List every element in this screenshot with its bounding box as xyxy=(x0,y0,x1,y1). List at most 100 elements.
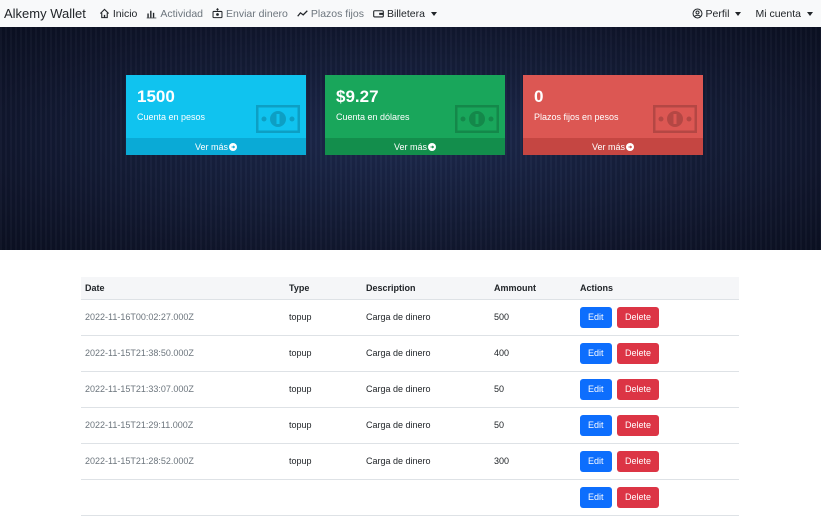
nav-item-label: Inicio xyxy=(112,7,138,20)
trend-line-icon xyxy=(297,10,308,17)
edit-button[interactable]: Edit xyxy=(580,306,612,328)
card-label: Plazos fijos en pesos xyxy=(534,112,619,122)
edit-button[interactable]: Edit xyxy=(580,378,612,400)
hero-banner: 1500 Cuenta en pesos Ver más $9.27 Cuent… xyxy=(0,27,821,250)
nav-item-label: Actividad xyxy=(160,7,203,20)
cell-type: topup xyxy=(289,420,312,430)
cell-amount: 50 xyxy=(494,420,505,430)
cell-description xyxy=(362,479,490,515)
table-row: 2022-11-15T21:38:50.000Z topup Carga de … xyxy=(81,335,739,371)
top-navbar: Alkemy Wallet Inicio Actividad Enviar di… xyxy=(0,0,821,27)
nav-item-plazos-fijos[interactable]: Plazos fijos xyxy=(297,8,364,20)
money-bill-icon xyxy=(455,105,499,133)
cell-type: topup xyxy=(289,456,312,466)
delete-button[interactable]: Delete xyxy=(617,486,660,508)
edit-button[interactable]: Edit xyxy=(580,342,612,364)
table-row: 2022-11-15T21:29:11.000Z topup Carga de … xyxy=(81,407,739,443)
cell-type: topup xyxy=(289,348,312,358)
card-plazos-fijos: 0 Plazos fijos en pesos Ver más xyxy=(523,75,703,155)
card-footer-link[interactable]: Ver más xyxy=(325,138,505,155)
arrow-right-circle-icon xyxy=(229,142,237,151)
cell-description: Carga de dinero xyxy=(366,312,431,322)
table-row: 2022-11-15T21:33:07.000Z topup Carga de … xyxy=(81,371,739,407)
card-value: 1500 xyxy=(137,87,175,106)
nav-item-billetera[interactable]: Billetera xyxy=(373,8,437,20)
cell-date: 2022-11-15T21:28:52.000Z xyxy=(85,456,194,466)
cell-date xyxy=(81,479,285,515)
nav-item-label: Enviar dinero xyxy=(226,7,288,20)
delete-button[interactable]: Delete xyxy=(617,342,660,364)
profile-dropdown[interactable]: Perfil xyxy=(692,8,742,20)
table-row: 2022-11-15T21:28:52.000Z topup Carga de … xyxy=(81,443,739,479)
transactions-table-wrapper: Date Type Description Ammount Actions 20… xyxy=(81,277,739,516)
send-money-icon xyxy=(212,8,223,19)
column-header-type: Type xyxy=(285,277,362,300)
nav-right: Perfil Mi cuenta xyxy=(692,8,813,20)
card-footer-link[interactable]: Ver más xyxy=(126,138,306,155)
card-value: $9.27 xyxy=(336,87,379,106)
money-bill-icon xyxy=(256,105,300,133)
cell-actions: Edit Delete xyxy=(576,443,739,479)
chevron-down-icon xyxy=(735,11,742,16)
column-header-date: Date xyxy=(81,277,285,300)
table-row: 2022-11-16T00:02:27.000Z topup Carga de … xyxy=(81,299,739,335)
edit-button[interactable]: Edit xyxy=(580,414,612,436)
column-header-amount: Ammount xyxy=(490,277,576,300)
card-pesos: 1500 Cuenta en pesos Ver más xyxy=(126,75,306,155)
nav-item-label: Plazos fijos xyxy=(310,7,364,20)
card-footer-label: Ver más xyxy=(194,141,228,152)
cell-description: Carga de dinero xyxy=(366,456,431,466)
card-footer-label: Ver más xyxy=(591,141,625,152)
card-label: Cuenta en dólares xyxy=(336,112,410,122)
delete-button[interactable]: Delete xyxy=(617,306,660,328)
cell-actions: Edit Delete xyxy=(576,299,739,335)
cell-amount xyxy=(490,479,576,515)
cell-description: Carga de dinero xyxy=(366,384,431,394)
card-footer-link[interactable]: Ver más xyxy=(523,138,703,155)
chevron-down-icon xyxy=(430,11,437,16)
cell-date: 2022-11-15T21:29:11.000Z xyxy=(85,420,194,430)
table-row: Edit Delete xyxy=(81,479,739,515)
cell-type: topup xyxy=(289,384,312,394)
delete-button[interactable]: Delete xyxy=(617,414,660,436)
cell-date: 2022-11-15T21:38:50.000Z xyxy=(85,348,194,358)
user-circle-icon xyxy=(692,8,703,19)
card-label: Cuenta en pesos xyxy=(137,112,206,122)
card-dolares: $9.27 Cuenta en dólares Ver más xyxy=(325,75,505,155)
column-header-description: Description xyxy=(362,277,490,300)
home-icon xyxy=(99,8,109,19)
nav-item-actividad[interactable]: Actividad xyxy=(146,8,203,20)
bar-chart-icon xyxy=(147,10,157,19)
nav-item-label: Billetera xyxy=(386,7,425,20)
cell-actions: Edit Delete xyxy=(576,335,739,371)
column-header-actions: Actions xyxy=(576,277,739,300)
delete-button[interactable]: Delete xyxy=(617,450,660,472)
cell-actions: Edit Delete xyxy=(576,479,739,515)
cell-amount: 50 xyxy=(494,384,505,394)
chevron-down-icon xyxy=(807,11,813,16)
nav-item-inicio[interactable]: Inicio xyxy=(99,7,138,20)
card-footer-label: Ver más xyxy=(393,141,427,152)
table-header-row: Date Type Description Ammount Actions xyxy=(81,277,739,300)
nav-item-enviar-dinero[interactable]: Enviar dinero xyxy=(212,8,288,20)
transactions-table: Date Type Description Ammount Actions 20… xyxy=(81,277,739,516)
cell-description: Carga de dinero xyxy=(366,348,431,358)
edit-button[interactable]: Edit xyxy=(580,450,612,472)
arrow-right-circle-icon xyxy=(428,142,436,151)
cell-date: 2022-11-15T21:33:07.000Z xyxy=(85,384,194,394)
cell-description: Carga de dinero xyxy=(366,420,431,430)
delete-button[interactable]: Delete xyxy=(617,378,660,400)
brand-logo[interactable]: Alkemy Wallet xyxy=(4,6,86,21)
arrow-right-circle-icon xyxy=(626,142,634,151)
cell-amount: 400 xyxy=(494,348,510,358)
card-value: 0 xyxy=(534,87,544,106)
account-dropdown[interactable]: Mi cuenta xyxy=(755,8,813,20)
wallet-icon xyxy=(373,10,384,18)
account-label: Mi cuenta xyxy=(755,7,801,20)
edit-button[interactable]: Edit xyxy=(580,486,612,508)
cell-actions: Edit Delete xyxy=(576,371,739,407)
cell-amount: 300 xyxy=(494,456,510,466)
profile-label: Perfil xyxy=(705,7,730,20)
money-bill-icon xyxy=(653,105,697,133)
cell-amount: 500 xyxy=(494,312,510,322)
